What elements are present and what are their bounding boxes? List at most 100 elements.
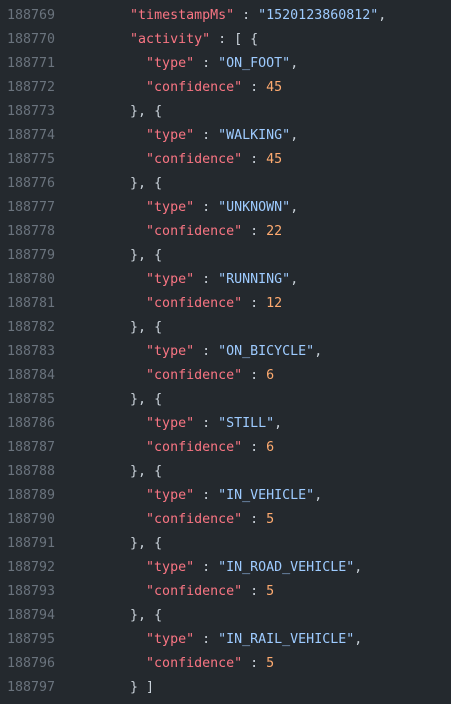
code-content: "confidence" : 45 bbox=[82, 148, 282, 172]
line-number: 188784 bbox=[7, 368, 56, 383]
json-key: "confidence" bbox=[146, 656, 243, 671]
line-number: 188774 bbox=[7, 128, 56, 143]
json-bracket: }, { bbox=[130, 392, 163, 407]
json-key: "type" bbox=[146, 632, 195, 647]
line-number: 188789 bbox=[7, 488, 56, 503]
json-comma: , bbox=[290, 56, 299, 71]
line-number: 188779 bbox=[7, 248, 56, 263]
code-line: 188787 "confidence" : 6 bbox=[0, 436, 451, 460]
json-key: "confidence" bbox=[146, 152, 243, 167]
code-content: "confidence" : 5 bbox=[82, 508, 274, 532]
json-value: 45 bbox=[266, 80, 283, 95]
json-comma: , bbox=[378, 8, 387, 23]
line-number: 188795 bbox=[7, 632, 56, 647]
json-value: 6 bbox=[266, 368, 275, 383]
line-number: 188776 bbox=[7, 176, 56, 191]
code-line: 188778 "confidence" : 22 bbox=[0, 220, 451, 244]
json-bracket: }, { bbox=[130, 608, 163, 623]
json-separator: : bbox=[242, 440, 267, 455]
code-content: }, { bbox=[82, 604, 162, 628]
json-key: "type" bbox=[146, 56, 195, 71]
json-separator: : bbox=[194, 200, 219, 215]
code-line: 188776 }, { bbox=[0, 172, 451, 196]
line-number: 188775 bbox=[7, 152, 56, 167]
code-content: "type" : "STILL", bbox=[82, 412, 282, 436]
json-value: 22 bbox=[266, 224, 283, 239]
code-line: 188784 "confidence" : 6 bbox=[0, 364, 451, 388]
code-content: }, { bbox=[82, 532, 162, 556]
json-key: "confidence" bbox=[146, 224, 243, 239]
json-bracket: }, { bbox=[130, 176, 163, 191]
json-key: "confidence" bbox=[146, 296, 243, 311]
code-line: 188771 "type" : "ON_FOOT", bbox=[0, 52, 451, 76]
code-content: "confidence" : 45 bbox=[82, 76, 282, 100]
line-number: 188781 bbox=[7, 296, 56, 311]
code-line: 188793 "confidence" : 5 bbox=[0, 580, 451, 604]
json-value: "IN_RAIL_VEHICLE" bbox=[218, 632, 355, 647]
json-separator: : bbox=[194, 272, 219, 287]
json-separator: : bbox=[210, 32, 235, 47]
code-content: "type" : "UNKNOWN", bbox=[82, 196, 298, 220]
json-key: "type" bbox=[146, 488, 195, 503]
code-line: 188777 "type" : "UNKNOWN", bbox=[0, 196, 451, 220]
json-separator: : bbox=[194, 128, 219, 143]
line-number: 188780 bbox=[7, 272, 56, 287]
code-line: 188774 "type" : "WALKING", bbox=[0, 124, 451, 148]
code-line: 188790 "confidence" : 5 bbox=[0, 508, 451, 532]
json-separator: : bbox=[242, 152, 267, 167]
json-separator: : bbox=[194, 344, 219, 359]
code-content: "type" : "IN_VEHICLE", bbox=[82, 484, 322, 508]
json-value: "WALKING" bbox=[218, 128, 291, 143]
code-content: }, { bbox=[82, 316, 162, 340]
line-number: 188786 bbox=[7, 416, 56, 431]
json-separator: : bbox=[242, 512, 267, 527]
json-value: "RUNNING" bbox=[218, 272, 291, 287]
json-bracket: [ { bbox=[234, 32, 259, 47]
line-number: 188794 bbox=[7, 608, 56, 623]
code-content: "confidence" : 5 bbox=[82, 580, 274, 604]
json-value: 6 bbox=[266, 440, 275, 455]
line-number: 188782 bbox=[7, 320, 56, 335]
json-key: "type" bbox=[146, 272, 195, 287]
line-number: 188773 bbox=[7, 104, 56, 119]
json-key: "activity" bbox=[130, 32, 211, 47]
code-content: "confidence" : 5 bbox=[82, 652, 274, 676]
line-number: 188771 bbox=[7, 56, 56, 71]
json-separator: : bbox=[242, 656, 267, 671]
json-separator: : bbox=[194, 416, 219, 431]
json-key: "type" bbox=[146, 128, 195, 143]
code-content: }, { bbox=[82, 244, 162, 268]
json-separator: : bbox=[194, 56, 219, 71]
code-line: 188792 "type" : "IN_ROAD_VEHICLE", bbox=[0, 556, 451, 580]
code-line: 188781 "confidence" : 12 bbox=[0, 292, 451, 316]
json-value: 12 bbox=[266, 296, 283, 311]
code-line: 188782 }, { bbox=[0, 316, 451, 340]
json-key: "confidence" bbox=[146, 584, 243, 599]
code-content: "confidence" : 6 bbox=[82, 436, 274, 460]
json-key: "confidence" bbox=[146, 80, 243, 95]
code-line: 188789 "type" : "IN_VEHICLE", bbox=[0, 484, 451, 508]
json-key: "type" bbox=[146, 560, 195, 575]
json-comma: , bbox=[314, 344, 323, 359]
json-separator: : bbox=[194, 632, 219, 647]
json-key: "confidence" bbox=[146, 440, 243, 455]
code-line: 188795 "type" : "IN_RAIL_VEHICLE", bbox=[0, 628, 451, 652]
json-bracket: }, { bbox=[130, 248, 163, 263]
code-content: }, { bbox=[82, 172, 162, 196]
json-bracket: }, { bbox=[130, 536, 163, 551]
line-number: 188792 bbox=[7, 560, 56, 575]
json-value: "UNKNOWN" bbox=[218, 200, 291, 215]
